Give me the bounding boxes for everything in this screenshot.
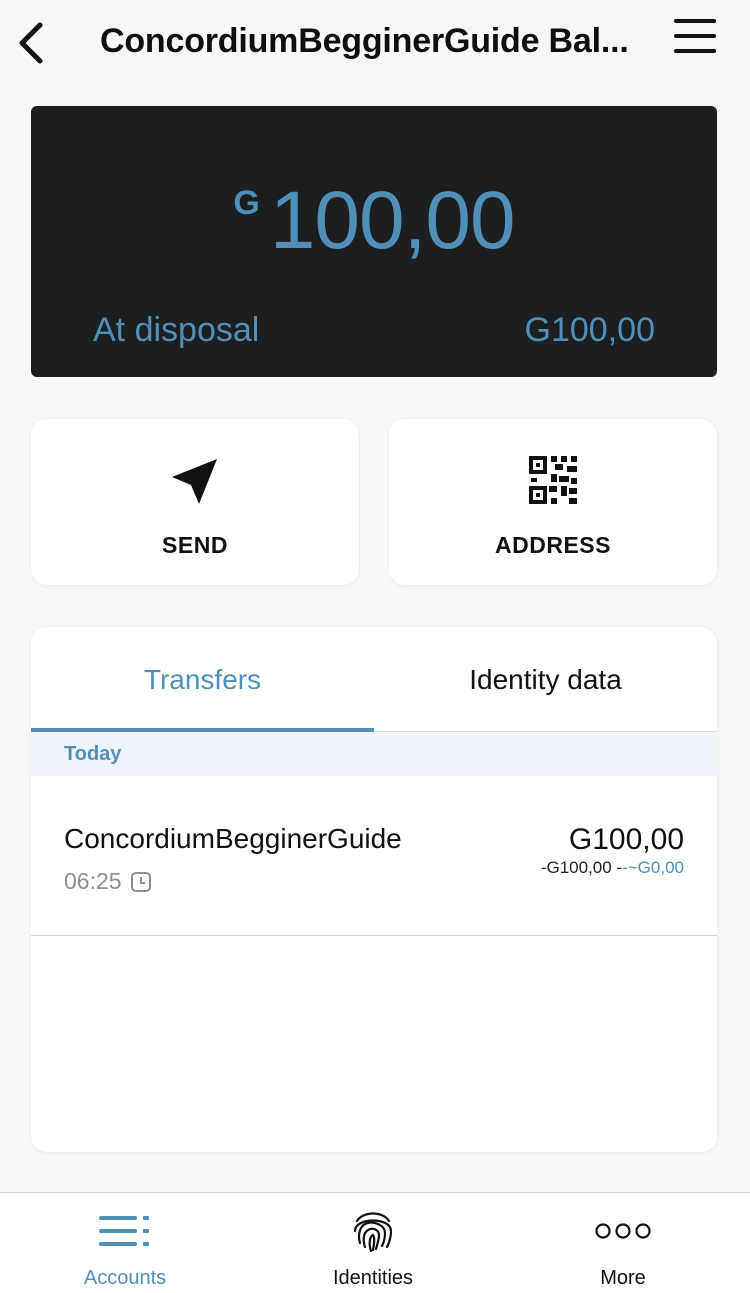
address-button[interactable]: ADDRESS	[389, 419, 717, 585]
more-dots-icon	[595, 1223, 651, 1239]
accounts-list-icon	[99, 1216, 149, 1246]
balance-card: G 100,00 At disposal G100,00	[31, 106, 717, 377]
send-icon	[172, 459, 217, 504]
send-button[interactable]: SEND	[31, 419, 359, 585]
page-title: ConcordiumBegginerGuide Bal...	[100, 22, 629, 60]
transaction-time-text: 06:25	[64, 868, 122, 894]
nav-identities[interactable]: Identities	[248, 1193, 498, 1293]
qr-code-icon	[529, 456, 577, 504]
transaction-amount: G100,00	[568, 823, 684, 856]
send-label: SEND	[162, 532, 228, 558]
balance-amount: 100,00	[269, 175, 516, 266]
at-disposal-value: G100,00	[524, 311, 655, 349]
transaction-fee: -~G0,00	[622, 858, 684, 877]
fingerprint-icon	[353, 1212, 393, 1253]
clock-icon	[130, 871, 151, 892]
nav-accounts-label: Accounts	[83, 1267, 167, 1289]
at-disposal-label: At disposal	[93, 311, 260, 349]
hamburger-menu-icon	[674, 19, 716, 53]
transaction-cost: -G100,00 -	[540, 858, 623, 877]
transaction-row[interactable]: ConcordiumBegginerGuide 06:25 G100,00 -G…	[31, 776, 717, 936]
nav-more-label: More	[600, 1267, 646, 1289]
gtu-currency-symbol: G	[233, 184, 260, 222]
bottom-navigation: Accounts Identities More	[0, 1192, 750, 1293]
menu-button[interactable]	[668, 14, 722, 58]
back-button[interactable]	[10, 18, 52, 68]
date-section-header: Today	[31, 732, 717, 776]
nav-identities-label: Identities	[332, 1267, 414, 1289]
top-bar: ConcordiumBegginerGuide Bal...	[0, 0, 750, 88]
chevron-left-icon	[19, 22, 43, 64]
nav-more[interactable]: More	[498, 1193, 748, 1293]
transaction-name: ConcordiumBegginerGuide	[64, 823, 402, 854]
transaction-time: 06:25	[64, 868, 152, 895]
activity-panel: Transfers Identity data Today Concordium…	[31, 627, 717, 1152]
section-date-label: Today	[64, 743, 122, 765]
tab-transfers[interactable]: Transfers	[31, 627, 374, 733]
transaction-details: -G100,00 --~G0,00	[541, 858, 684, 878]
nav-accounts[interactable]: Accounts	[0, 1193, 250, 1293]
address-label: ADDRESS	[495, 532, 611, 558]
total-balance: G 100,00	[31, 176, 717, 266]
tab-identity-data[interactable]: Identity data	[374, 627, 717, 733]
